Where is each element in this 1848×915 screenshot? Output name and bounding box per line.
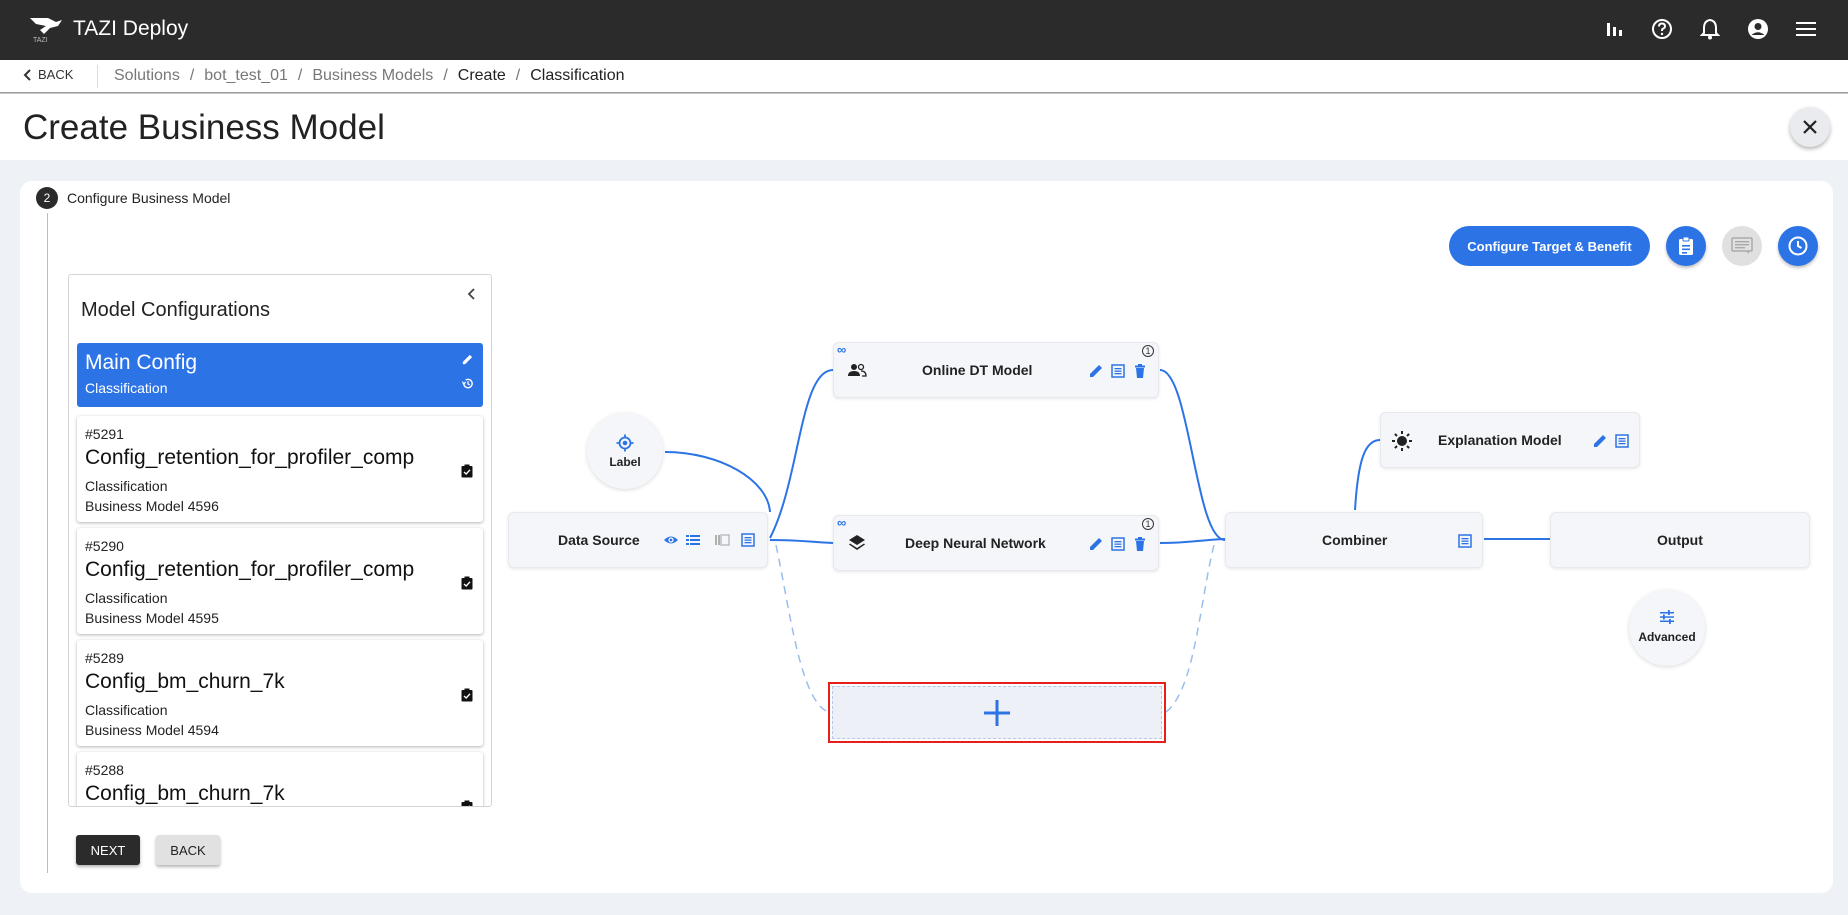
add-model-dropzone[interactable] [832, 686, 1162, 739]
connector-addslot-combiner [1165, 544, 1215, 713]
edit-icon[interactable] [1088, 536, 1104, 552]
add-model-slot[interactable] [828, 682, 1166, 743]
explanation-model-label: Explanation Model [1438, 432, 1562, 448]
connector-dnn-combiner [1159, 538, 1226, 544]
connector-datasource-onlinedt [769, 369, 834, 539]
output-node[interactable]: Output [1550, 512, 1810, 568]
data-source-label: Data Source [558, 532, 640, 548]
label-node-text: Label [609, 455, 641, 469]
info-badge[interactable]: 1 [1142, 518, 1154, 530]
details-icon[interactable] [1110, 536, 1126, 552]
connector-label-datasource [664, 451, 771, 513]
edit-icon[interactable] [1088, 363, 1104, 379]
online-dt-model-node[interactable]: ∞ 1 Online DT Model [833, 342, 1159, 398]
edit-icon[interactable] [1592, 433, 1608, 449]
deep-neural-network-node[interactable]: ∞ 1 Deep Neural Network [833, 515, 1159, 571]
deep-neural-network-label: Deep Neural Network [905, 535, 1046, 551]
combiner-label: Combiner [1322, 532, 1388, 548]
delete-icon[interactable] [1132, 363, 1148, 379]
data-source-node[interactable]: Data Source [508, 512, 768, 568]
advanced-settings-node[interactable]: Advanced [1629, 590, 1705, 666]
connector-datasource-dnn [769, 539, 834, 544]
streaming-infinity-icon: ∞ [837, 342, 847, 357]
details-icon[interactable] [1614, 433, 1630, 449]
delete-icon[interactable] [1132, 536, 1148, 552]
people-icon [848, 363, 867, 377]
connector-datasource-addslot [775, 544, 829, 713]
sun-icon [1392, 431, 1412, 451]
connector-onlinedt-combiner [1159, 369, 1226, 541]
output-label: Output [1657, 532, 1703, 548]
info-badge[interactable]: 1 [1142, 345, 1154, 357]
connector-combiner-explanation [1354, 439, 1381, 511]
explanation-model-node[interactable]: Explanation Model [1380, 412, 1640, 468]
details-icon[interactable] [1110, 363, 1126, 379]
details-icon[interactable] [740, 532, 756, 548]
target-icon [616, 434, 634, 452]
online-dt-model-label: Online DT Model [922, 362, 1033, 378]
combiner-node[interactable]: Combiner [1225, 512, 1483, 568]
plus-icon [984, 699, 1010, 726]
advanced-label: Advanced [1638, 630, 1696, 644]
layers-icon [849, 535, 865, 550]
label-node[interactable]: Label [587, 413, 663, 489]
eye-icon[interactable] [663, 532, 679, 548]
streaming-infinity-icon: ∞ [837, 515, 847, 530]
list-icon[interactable] [685, 532, 701, 548]
columns-icon[interactable] [714, 532, 730, 548]
tune-icon [1660, 610, 1674, 624]
details-icon[interactable] [1457, 533, 1473, 549]
